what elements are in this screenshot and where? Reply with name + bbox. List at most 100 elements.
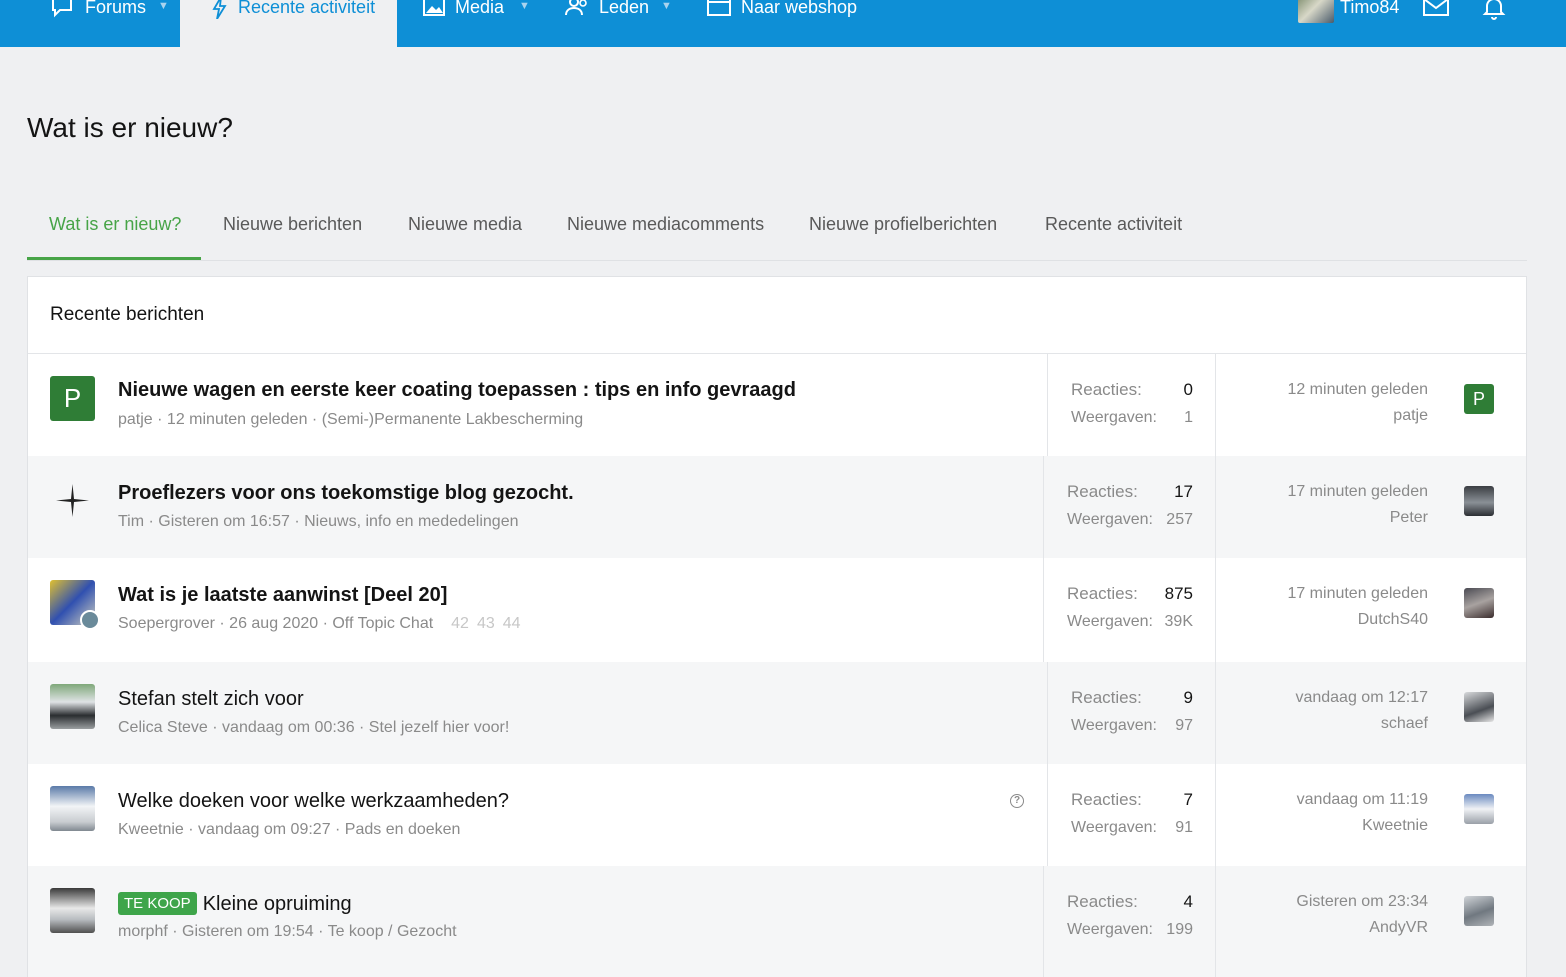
last-post-time[interactable]: vandaag om 11:19: [1297, 791, 1428, 809]
thread-row[interactable]: Wat is je laatste aanwinst [Deel 20] Soe…: [28, 558, 1526, 662]
question-icon[interactable]: ?: [1010, 794, 1024, 808]
tab-new-media-comments[interactable]: Nieuwe mediacomments: [567, 214, 764, 235]
replies-count: 17: [1174, 482, 1193, 501]
thread-title[interactable]: Nieuwe wagen en eerste keer coating toep…: [118, 379, 796, 402]
last-post-user[interactable]: schaef: [1381, 715, 1428, 733]
divider: [1043, 866, 1044, 977]
replies-count: 9: [1183, 688, 1193, 707]
nav-forums[interactable]: Forums ▼: [50, 0, 169, 47]
prefix-badge[interactable]: TE KOOP: [118, 892, 197, 915]
divider: [1215, 456, 1216, 558]
last-post-user[interactable]: Kweetnie: [1362, 817, 1428, 835]
nav-webshop[interactable]: Naar webshop: [707, 0, 857, 47]
block-title: Recente berichten: [50, 304, 205, 325]
last-post-time[interactable]: Gisteren om 23:34: [1296, 893, 1428, 911]
image-icon: [423, 0, 445, 16]
thread-row[interactable]: Proeflezers voor ons toekomstige blog ge…: [28, 456, 1526, 558]
thread-meta: Tim · Gisteren om 16:57 · Nieuws, info e…: [118, 513, 519, 530]
sparkle-logo-icon[interactable]: [50, 478, 95, 523]
page-link[interactable]: 42: [451, 615, 469, 632]
replies-label: Reacties:: [1067, 482, 1138, 501]
active-tab-indicator: [27, 257, 201, 260]
thread-row[interactable]: Welke doeken voor welke werkzaamheden? K…: [28, 764, 1526, 866]
avatar[interactable]: [1464, 692, 1494, 722]
avatar[interactable]: [80, 610, 100, 630]
nav-media[interactable]: Media ▼: [422, 0, 530, 47]
replies-label: Reacties:: [1067, 584, 1138, 603]
avatar[interactable]: [50, 684, 95, 729]
bell-icon[interactable]: [1482, 0, 1506, 20]
divider: [1047, 662, 1048, 764]
avatar[interactable]: [50, 888, 95, 933]
divider: [1043, 456, 1044, 558]
thread-meta: patje · 12 minuten geleden · (Semi-)Perm…: [118, 411, 584, 428]
thread-title[interactable]: Stefan stelt zich voor: [118, 688, 304, 711]
views-count: 91: [1175, 819, 1193, 836]
top-navigation: Forums ▼ Recente activiteit Media ▼ Lede…: [0, 0, 1566, 47]
chevron-down-icon[interactable]: ▼: [158, 0, 169, 12]
thread-row[interactable]: Stefan stelt zich voor Celica Steve · va…: [28, 662, 1526, 764]
avatar[interactable]: [1464, 588, 1494, 618]
bolt-icon: [212, 0, 227, 19]
avatar[interactable]: [50, 786, 95, 831]
divider: [1215, 866, 1216, 977]
views-count: 199: [1166, 921, 1193, 938]
last-post-user[interactable]: AndyVR: [1369, 919, 1428, 937]
thread-title-text[interactable]: Kleine opruiming: [203, 893, 352, 915]
tab-new-posts[interactable]: Nieuwe berichten: [223, 214, 362, 235]
tab-recent-activity[interactable]: Recente activiteit: [1045, 214, 1182, 235]
page-link[interactable]: 43: [477, 615, 495, 632]
page-link[interactable]: 44: [503, 615, 521, 632]
avatar[interactable]: [1464, 486, 1494, 516]
replies-label: Reacties:: [1067, 892, 1138, 911]
last-post-time[interactable]: vandaag om 12:17: [1295, 689, 1428, 707]
tab-new-media[interactable]: Nieuwe media: [408, 214, 522, 235]
nav-media-label: Media: [455, 0, 505, 17]
avatar[interactable]: P: [1464, 384, 1494, 414]
thread-meta: Celica Steve · vandaag om 00:36 · Stel j…: [118, 719, 510, 736]
last-post-time[interactable]: 12 minuten geleden: [1287, 381, 1428, 399]
thread-title[interactable]: Welke doeken voor welke werkzaamheden?: [118, 790, 509, 813]
replies-count: 875: [1164, 584, 1193, 603]
replies-count: 4: [1183, 892, 1193, 911]
views-count: 97: [1175, 717, 1193, 734]
username: Timo84: [1340, 0, 1400, 17]
page-jump: 42 43 44: [443, 615, 520, 632]
divider: [1047, 764, 1048, 866]
thread-meta: Soepergrover · 26 aug 2020 · Off Topic C…: [118, 615, 521, 633]
tab-whats-new[interactable]: Wat is er nieuw?: [49, 214, 181, 235]
replies-count: 7: [1183, 790, 1193, 809]
tab-bar: Wat is er nieuw? Nieuwe berichten Nieuwe…: [27, 200, 1527, 261]
replies-count: 0: [1183, 380, 1193, 399]
avatar: [1298, 0, 1334, 23]
nav-members[interactable]: Leden ▼: [565, 0, 672, 47]
divider: [1215, 764, 1216, 866]
thread-meta: Kweetnie · vandaag om 09:27 · Pads en do…: [118, 821, 461, 838]
avatar[interactable]: [1464, 896, 1494, 926]
chevron-down-icon[interactable]: ▼: [519, 0, 530, 12]
last-post-time[interactable]: 17 minuten geleden: [1287, 483, 1428, 501]
block-header: Recente berichten: [28, 277, 1526, 354]
nav-recent-activity[interactable]: Recente activiteit: [180, 0, 397, 47]
avatar[interactable]: P: [50, 376, 95, 421]
user-menu[interactable]: Timo84: [1298, 0, 1399, 47]
thread-title[interactable]: Wat is je laatste aanwinst [Deel 20]: [118, 584, 447, 607]
divider: [1215, 558, 1216, 662]
nav-recent-label: Recente activiteit: [238, 0, 376, 17]
nav-webshop-label: Naar webshop: [741, 0, 858, 17]
last-post-user[interactable]: patje: [1393, 407, 1428, 425]
divider: [1043, 558, 1044, 662]
replies-label: Reacties:: [1071, 790, 1142, 809]
chevron-down-icon[interactable]: ▼: [661, 0, 672, 12]
mail-icon[interactable]: [1423, 0, 1449, 18]
last-post-user[interactable]: Peter: [1390, 509, 1428, 527]
thread-title[interactable]: TE KOOP Kleine opruiming: [118, 892, 352, 916]
last-post-time[interactable]: 17 minuten geleden: [1287, 585, 1428, 603]
avatar[interactable]: [1464, 794, 1494, 824]
tab-new-profile-posts[interactable]: Nieuwe profielberichten: [809, 214, 997, 235]
thread-row[interactable]: P Nieuwe wagen en eerste keer coating to…: [28, 354, 1526, 456]
last-post-user[interactable]: DutchS40: [1358, 611, 1428, 629]
thread-row[interactable]: TE KOOP Kleine opruiming morphf · Gistere…: [28, 866, 1526, 977]
thread-title[interactable]: Proeflezers voor ons toekomstige blog ge…: [118, 482, 574, 505]
replies-label: Reacties:: [1071, 688, 1142, 707]
